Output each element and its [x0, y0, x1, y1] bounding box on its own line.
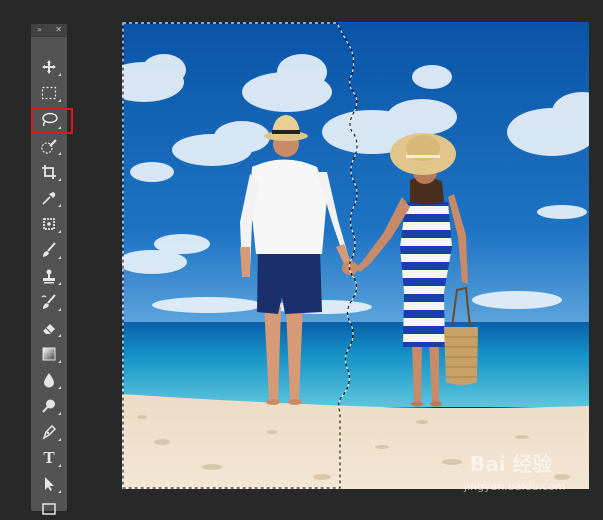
eyedropper-icon: [42, 192, 56, 205]
rectangular-marquee-tool[interactable]: [35, 82, 63, 104]
rectangle-icon: [42, 503, 56, 515]
crop-tool[interactable]: [35, 161, 63, 183]
spot-healing-tool[interactable]: [35, 213, 63, 235]
gradient-icon: [42, 347, 56, 361]
move-tool[interactable]: [35, 56, 63, 78]
brush-icon: [43, 242, 56, 257]
drop-icon: [44, 373, 54, 388]
move-icon: [42, 60, 56, 74]
collapse-icon[interactable]: »: [37, 24, 42, 36]
arrow-icon: [45, 477, 54, 491]
watermark-brand: Bai 经验: [470, 452, 553, 476]
watermark-url: jingyan.baidu.com: [464, 480, 566, 493]
history-brush-tool[interactable]: [35, 291, 63, 313]
type-icon: T: [43, 448, 55, 467]
type-tool[interactable]: T: [35, 447, 63, 469]
quick-selection-icon: [41, 139, 57, 154]
rectangle-tool[interactable]: [35, 498, 63, 520]
blur-tool[interactable]: [35, 369, 63, 391]
gradient-tool[interactable]: [35, 343, 63, 365]
history-brush-icon: [41, 294, 56, 309]
close-icon[interactable]: ✕: [55, 24, 62, 36]
lasso-tool-highlight: [31, 108, 73, 134]
baidu-jingyan-watermark: Bai 经验 jingyan.baidu.com: [464, 448, 600, 498]
dodge-icon: [42, 399, 55, 413]
path-selection-tool[interactable]: [35, 473, 63, 495]
pen-tool[interactable]: [35, 421, 63, 443]
healing-icon: [43, 218, 55, 230]
brush-tool[interactable]: [35, 239, 63, 261]
crop-icon: [42, 165, 56, 179]
stamp-icon: [43, 269, 55, 284]
tools-panel: » ✕ T: [31, 24, 67, 515]
beach-couple-photo: [122, 22, 589, 489]
eyedropper-tool[interactable]: [35, 187, 63, 209]
clone-stamp-tool[interactable]: [35, 265, 63, 287]
eraser-tool[interactable]: [35, 317, 63, 339]
document-canvas[interactable]: [122, 22, 589, 489]
dodge-tool[interactable]: [35, 395, 63, 417]
quick-selection-tool[interactable]: [35, 135, 63, 157]
pen-icon: [42, 424, 57, 440]
marquee-icon: [41, 86, 57, 100]
tools-panel-header[interactable]: » ✕: [31, 24, 67, 37]
eraser-icon: [43, 324, 55, 334]
